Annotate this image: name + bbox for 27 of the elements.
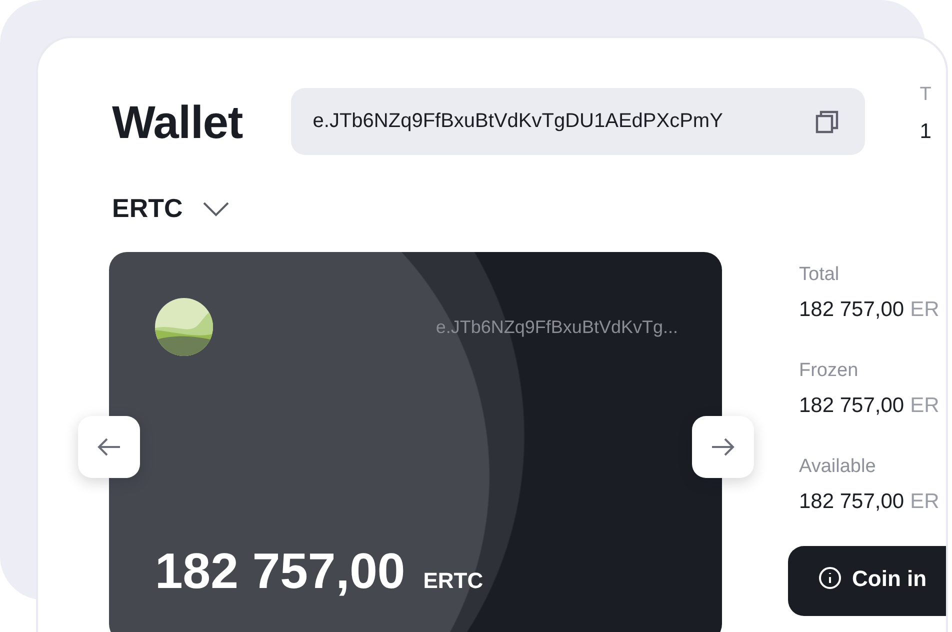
coin-info-button[interactable]: Coin in	[788, 546, 946, 616]
page-title: Wallet	[112, 98, 243, 144]
balance-label: Available	[799, 456, 877, 478]
chevron-icon	[202, 200, 229, 216]
balance-label: Total	[799, 264, 840, 286]
column-value: 1	[920, 120, 932, 144]
balance-currency: ER	[910, 394, 940, 418]
card-address: e.JTb6NZq9FfBxuBtVdKvTg...	[436, 316, 678, 338]
balance-currency: ER	[910, 490, 940, 514]
card-currency: ERTC	[423, 568, 484, 594]
currency-select[interactable]: ERTC	[112, 193, 229, 224]
copy-button[interactable]	[814, 110, 839, 134]
info-icon	[818, 566, 842, 590]
copy-icon	[814, 110, 839, 134]
next-button[interactable]	[692, 416, 754, 478]
address-text: e.JTb6NZq9FfBxuBtVdKvTgDU1AEdPXcPmY	[312, 110, 723, 133]
arrow-right-icon	[711, 437, 735, 457]
arrow-left-icon	[97, 437, 121, 457]
card-balance: 182 757,00	[155, 542, 406, 600]
column-label: T	[920, 84, 932, 106]
balance-currency: ER	[910, 298, 940, 322]
previous-button[interactable]	[78, 416, 140, 478]
balance-label: Frozen	[799, 360, 860, 382]
balance-value: 182 757,00	[799, 298, 904, 322]
balance-value: 182 757,00	[799, 394, 904, 418]
balance-value: 182 757,00	[799, 490, 904, 514]
address-field[interactable]: e.JTb6NZq9FfBxuBtVdKvTgDU1AEdPXcPmY	[290, 88, 865, 155]
